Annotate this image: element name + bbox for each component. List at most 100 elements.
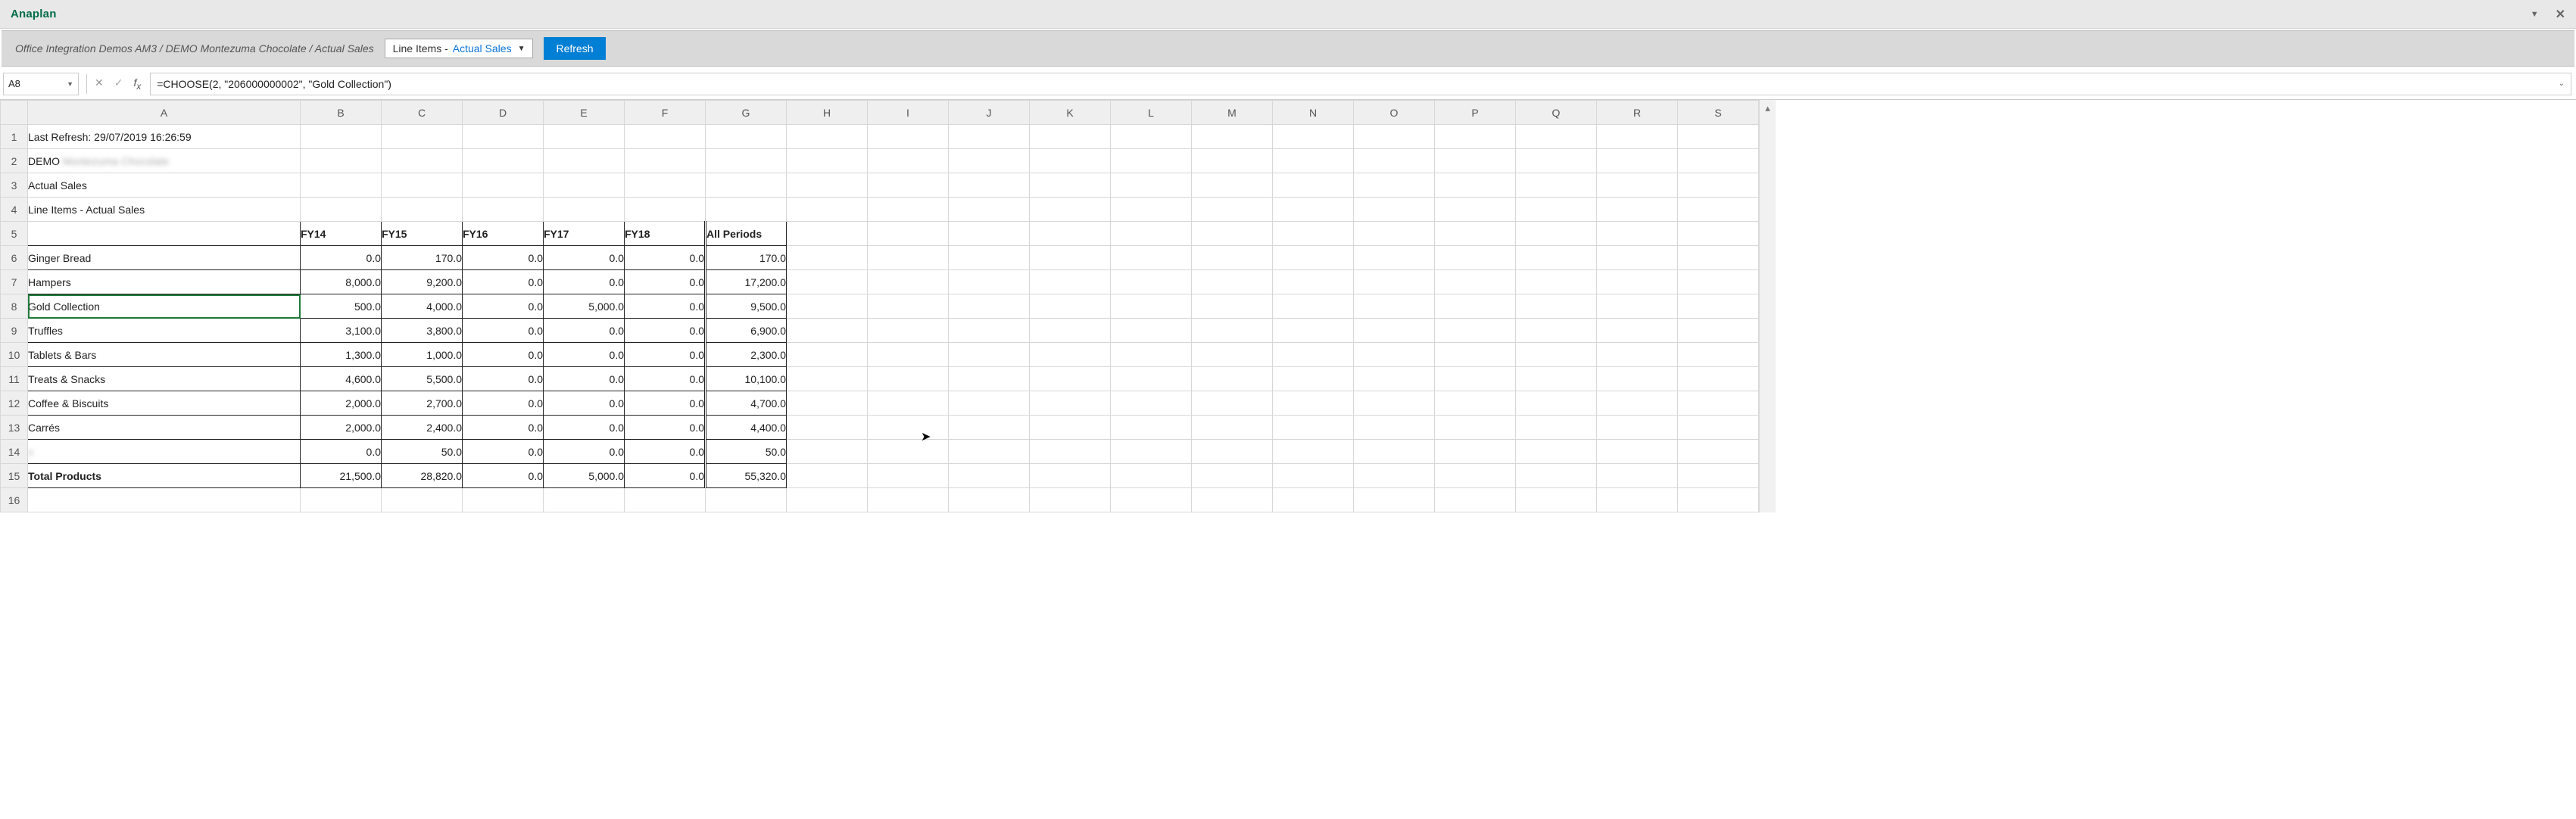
value-cell[interactable]: 17,200.0	[706, 270, 787, 294]
cell[interactable]	[382, 125, 463, 149]
cell[interactable]	[949, 173, 1030, 198]
column-header[interactable]: I	[868, 101, 949, 125]
value-cell[interactable]: 2,700.0	[382, 391, 463, 416]
cell[interactable]	[1030, 125, 1111, 149]
value-cell[interactable]: 500.0	[301, 294, 382, 319]
row-header[interactable]: 9	[1, 319, 28, 343]
period-header[interactable]: FY14	[301, 222, 382, 246]
cell[interactable]	[1516, 125, 1597, 149]
cell[interactable]	[1030, 173, 1111, 198]
column-header[interactable]: J	[949, 101, 1030, 125]
cell[interactable]	[1111, 343, 1192, 367]
row-header[interactable]: 16	[1, 488, 28, 512]
column-header[interactable]: G	[706, 101, 787, 125]
value-cell[interactable]: 2,300.0	[706, 343, 787, 367]
cell[interactable]	[1354, 294, 1435, 319]
cell[interactable]	[625, 125, 706, 149]
value-cell[interactable]: 3,800.0	[382, 319, 463, 343]
cell[interactable]: DEMO Montezuma Chocolate	[28, 149, 301, 173]
cell[interactable]	[949, 149, 1030, 173]
cell[interactable]	[1111, 149, 1192, 173]
cell[interactable]	[1597, 391, 1678, 416]
cell[interactable]	[301, 173, 382, 198]
column-header[interactable]: K	[1030, 101, 1111, 125]
row-header[interactable]: 3	[1, 173, 28, 198]
cell[interactable]	[1678, 343, 1759, 367]
cell[interactable]	[1273, 294, 1354, 319]
cell[interactable]	[1354, 125, 1435, 149]
cell[interactable]	[1516, 488, 1597, 512]
cell[interactable]	[1030, 149, 1111, 173]
column-header[interactable]: C	[382, 101, 463, 125]
cell[interactable]	[1111, 222, 1192, 246]
fx-icon[interactable]: fx	[133, 76, 141, 92]
cell[interactable]	[382, 488, 463, 512]
total-value-cell[interactable]: 0.0	[463, 464, 544, 488]
cell[interactable]	[787, 416, 868, 440]
cell[interactable]	[1111, 488, 1192, 512]
cell[interactable]	[868, 391, 949, 416]
cell[interactable]	[1597, 246, 1678, 270]
cell[interactable]	[1273, 464, 1354, 488]
row-header[interactable]: 10	[1, 343, 28, 367]
cell[interactable]	[1273, 488, 1354, 512]
column-header[interactable]: S	[1678, 101, 1759, 125]
cell[interactable]	[1435, 198, 1516, 222]
value-cell[interactable]: 3,100.0	[301, 319, 382, 343]
cell[interactable]	[949, 440, 1030, 464]
value-cell[interactable]: 0.0	[301, 246, 382, 270]
cell[interactable]	[1516, 173, 1597, 198]
cell[interactable]	[868, 198, 949, 222]
cell[interactable]	[1678, 294, 1759, 319]
cell[interactable]	[463, 488, 544, 512]
period-header[interactable]: FY16	[463, 222, 544, 246]
value-cell[interactable]: 0.0	[625, 246, 706, 270]
value-cell[interactable]: 0.0	[625, 391, 706, 416]
cell[interactable]	[1111, 173, 1192, 198]
cell[interactable]	[463, 149, 544, 173]
cell[interactable]	[544, 488, 625, 512]
cell[interactable]	[1516, 319, 1597, 343]
value-cell[interactable]: 0.0	[544, 367, 625, 391]
cell[interactable]	[868, 270, 949, 294]
value-cell[interactable]: 0.0	[463, 246, 544, 270]
period-header[interactable]: FY15	[382, 222, 463, 246]
cell[interactable]	[1273, 246, 1354, 270]
value-cell[interactable]: 0.0	[463, 294, 544, 319]
cell[interactable]	[1192, 367, 1273, 391]
cell[interactable]	[1192, 149, 1273, 173]
cell[interactable]	[1030, 464, 1111, 488]
line-items-select[interactable]: Line Items - Actual Sales ▼	[385, 39, 534, 58]
cell[interactable]: Actual Sales	[28, 173, 301, 198]
cell[interactable]	[1435, 464, 1516, 488]
cell[interactable]	[1435, 125, 1516, 149]
value-cell[interactable]: 0.0	[625, 319, 706, 343]
cell[interactable]	[1111, 198, 1192, 222]
value-cell[interactable]: 4,400.0	[706, 416, 787, 440]
formula-input[interactable]: =CHOOSE(2, "206000000002", "Gold Collect…	[150, 73, 2571, 95]
cell[interactable]	[1192, 464, 1273, 488]
cell[interactable]	[1030, 198, 1111, 222]
cell[interactable]	[868, 367, 949, 391]
cell[interactable]	[1435, 173, 1516, 198]
cell[interactable]	[1516, 343, 1597, 367]
cell[interactable]	[1030, 416, 1111, 440]
value-cell[interactable]: 0.0	[544, 246, 625, 270]
row-header[interactable]: 8	[1, 294, 28, 319]
cell[interactable]	[787, 319, 868, 343]
value-cell[interactable]: 0.0	[625, 343, 706, 367]
cell[interactable]	[301, 198, 382, 222]
cell[interactable]	[787, 222, 868, 246]
cell[interactable]	[1273, 125, 1354, 149]
value-cell[interactable]: 8,000.0	[301, 270, 382, 294]
column-header[interactable]: D	[463, 101, 544, 125]
cell[interactable]	[1597, 416, 1678, 440]
cell[interactable]	[787, 343, 868, 367]
cell[interactable]	[1354, 149, 1435, 173]
cell[interactable]	[949, 343, 1030, 367]
cell[interactable]	[1030, 343, 1111, 367]
cell[interactable]	[463, 198, 544, 222]
ribbon-collapse-icon[interactable]: ▼	[2531, 10, 2539, 19]
cell[interactable]	[949, 270, 1030, 294]
value-cell[interactable]: 0.0	[625, 367, 706, 391]
